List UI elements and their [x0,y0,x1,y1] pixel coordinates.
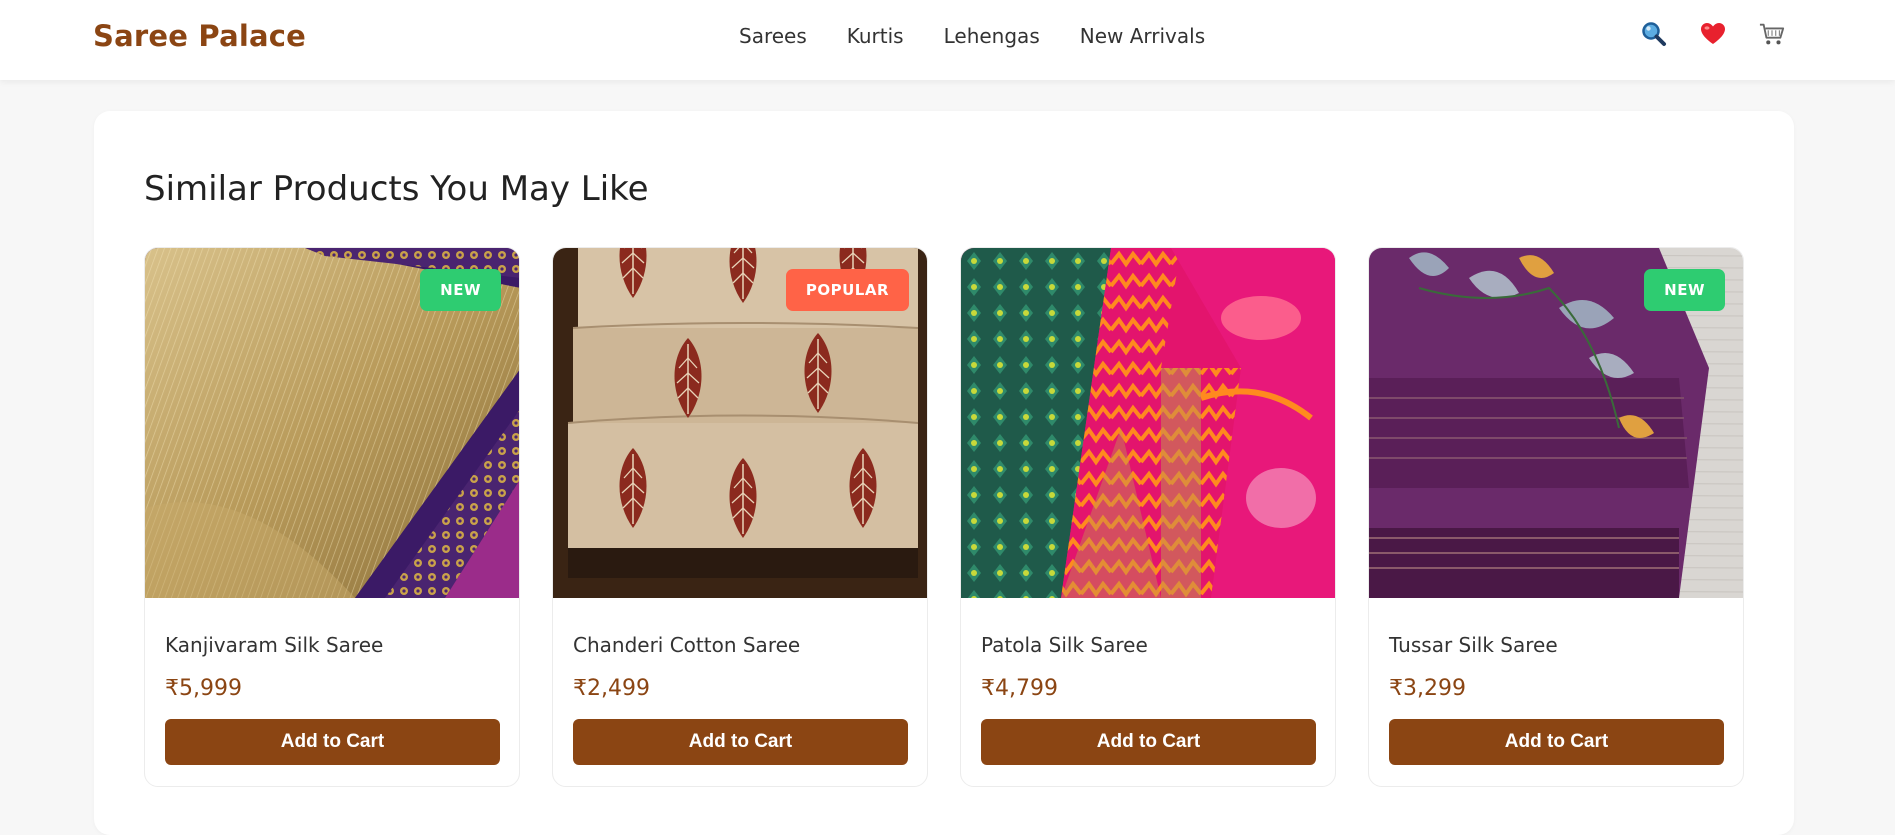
header-actions [1641,20,1785,48]
nav-item-lehengas[interactable]: Lehengas [944,24,1040,48]
product-name[interactable]: Chanderi Cotton Saree [573,633,800,657]
nav-item-sarees[interactable]: Sarees [739,24,807,48]
badge-new: NEW [1644,269,1725,311]
search-icon[interactable] [1641,20,1667,48]
product-image-chanderi-saree[interactable]: POPULAR [553,248,927,598]
add-to-cart-button[interactable]: Add to Cart [165,719,500,765]
product-image-patola-saree[interactable] [961,248,1335,598]
product-card[interactable]: Patola Silk Saree ₹4,799 Add to Cart [960,247,1336,787]
heart-icon[interactable] [1700,20,1726,48]
section-title: Similar Products You May Like [144,169,649,209]
product-price: ₹3,299 [1389,676,1466,701]
product-card[interactable]: NEW Tussar Silk Saree ₹3,299 Add to Cart [1368,247,1744,787]
product-card[interactable]: POPULAR Chanderi Cotton Saree ₹2,499 Add… [552,247,928,787]
product-price: ₹5,999 [165,676,242,701]
cart-icon[interactable] [1759,20,1785,48]
similar-products-panel: Similar Products You May Like NEW Kanjiv… [94,111,1794,835]
brand-logo[interactable]: Saree Palace [93,19,306,53]
product-name[interactable]: Patola Silk Saree [981,633,1148,657]
add-to-cart-button[interactable]: Add to Cart [573,719,908,765]
product-price: ₹4,799 [981,676,1058,701]
product-name[interactable]: Tussar Silk Saree [1389,633,1558,657]
product-card[interactable]: NEW Kanjivaram Silk Saree ₹5,999 Add to … [144,247,520,787]
product-image-tussar-saree[interactable]: NEW [1369,248,1743,598]
product-image-kanjivaram-saree[interactable]: NEW [145,248,519,598]
site-header: Saree Palace Sarees Kurtis Lehengas New … [0,0,1895,80]
product-price: ₹2,499 [573,676,650,701]
main-nav: Sarees Kurtis Lehengas New Arrivals [739,24,1205,48]
badge-popular: POPULAR [785,269,909,311]
add-to-cart-button[interactable]: Add to Cart [1389,719,1724,765]
nav-item-kurtis[interactable]: Kurtis [847,24,904,48]
product-grid: NEW Kanjivaram Silk Saree ₹5,999 Add to … [144,247,1744,787]
badge-new: NEW [420,269,501,311]
nav-item-new-arrivals[interactable]: New Arrivals [1080,24,1205,48]
product-name[interactable]: Kanjivaram Silk Saree [165,633,383,657]
add-to-cart-button[interactable]: Add to Cart [981,719,1316,765]
